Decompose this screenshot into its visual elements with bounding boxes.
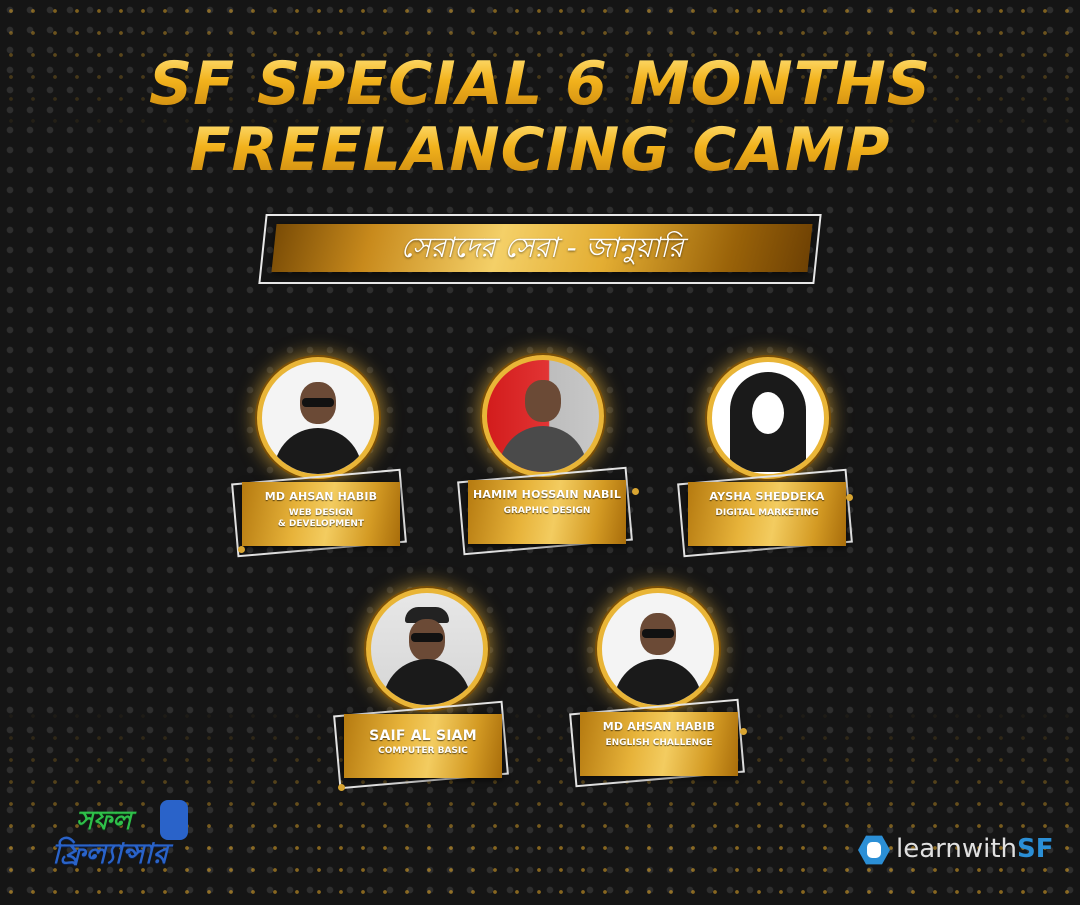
- logo-mark: [867, 842, 881, 858]
- avatar-winner-3: [707, 357, 829, 479]
- sunglasses-icon: [302, 398, 334, 407]
- month-ribbon: সেরাদের সেরা - জানুয়ারি: [258, 212, 822, 284]
- decor-dot: [740, 728, 747, 735]
- sofol-freelancer-logo: সফল ফ্রিল্যান্সার: [50, 800, 190, 870]
- brand-suffix: SF: [1017, 834, 1054, 864]
- winner-card-2: HAMIM HOSSAIN NABIL GRAPHIC DESIGN: [457, 466, 639, 556]
- brand-name: learnwithSF: [896, 834, 1054, 864]
- winner-role: ENGLISH CHALLENGE: [605, 738, 713, 748]
- person-body: [383, 659, 471, 705]
- winner-role: GRAPHIC DESIGN: [503, 506, 591, 516]
- winner-name: MD AHSAN HABIB: [602, 720, 716, 733]
- person-body: [499, 426, 587, 472]
- brand-prefix: learnwith: [896, 834, 1018, 864]
- winner-card-4: SAIF AL SIAM COMPUTER BASIC: [333, 700, 512, 791]
- person-body: [274, 428, 362, 474]
- ribbon-text: সেরাদের সেরা - জানুয়ারি: [400, 231, 684, 264]
- winner-role: COMPUTER BASIC: [378, 746, 468, 756]
- decor-dot: [632, 488, 639, 495]
- fist-icon: [160, 800, 188, 840]
- winner-card-3: AYSHA SHEDDEKA DIGITAL MARKETING: [677, 468, 856, 558]
- winner-name: SAIF AL SIAM: [369, 728, 477, 744]
- winner-name: HAMIM HOSSAIN NABIL: [472, 488, 622, 501]
- decor-dot: [846, 494, 853, 501]
- avatar-winner-2: [482, 355, 604, 477]
- sunglasses-icon: [411, 633, 443, 642]
- avatar-winner-5: [597, 588, 719, 710]
- winner-name: AYSHA SHEDDEKA: [709, 490, 825, 503]
- title-line-1: SF SPECIAL 6 MONTHS: [0, 52, 1080, 116]
- winner-card-1: MD AHSAN HABIB WEB DESIGN & DEVELOPMENT: [231, 468, 410, 558]
- face-silhouette: [752, 392, 784, 434]
- winner-card-5: MD AHSAN HABIB ENGLISH CHALLENGE: [569, 698, 748, 788]
- winner-name: MD AHSAN HABIB: [264, 490, 378, 503]
- decor-dot: [338, 784, 345, 791]
- winner-role: DIGITAL MARKETING: [715, 508, 819, 518]
- title-line-2: FREELANCING CAMP: [0, 118, 1080, 182]
- decor-dot: [238, 546, 245, 553]
- person-head: [525, 380, 561, 422]
- logo-text-line-2: ফ্রিল্যান্সার: [52, 837, 168, 870]
- avatar-winner-1: [257, 357, 379, 479]
- winner-role: WEB DESIGN & DEVELOPMENT: [277, 508, 365, 529]
- avatar-winner-4: [366, 588, 488, 710]
- sunglasses-icon: [642, 629, 674, 638]
